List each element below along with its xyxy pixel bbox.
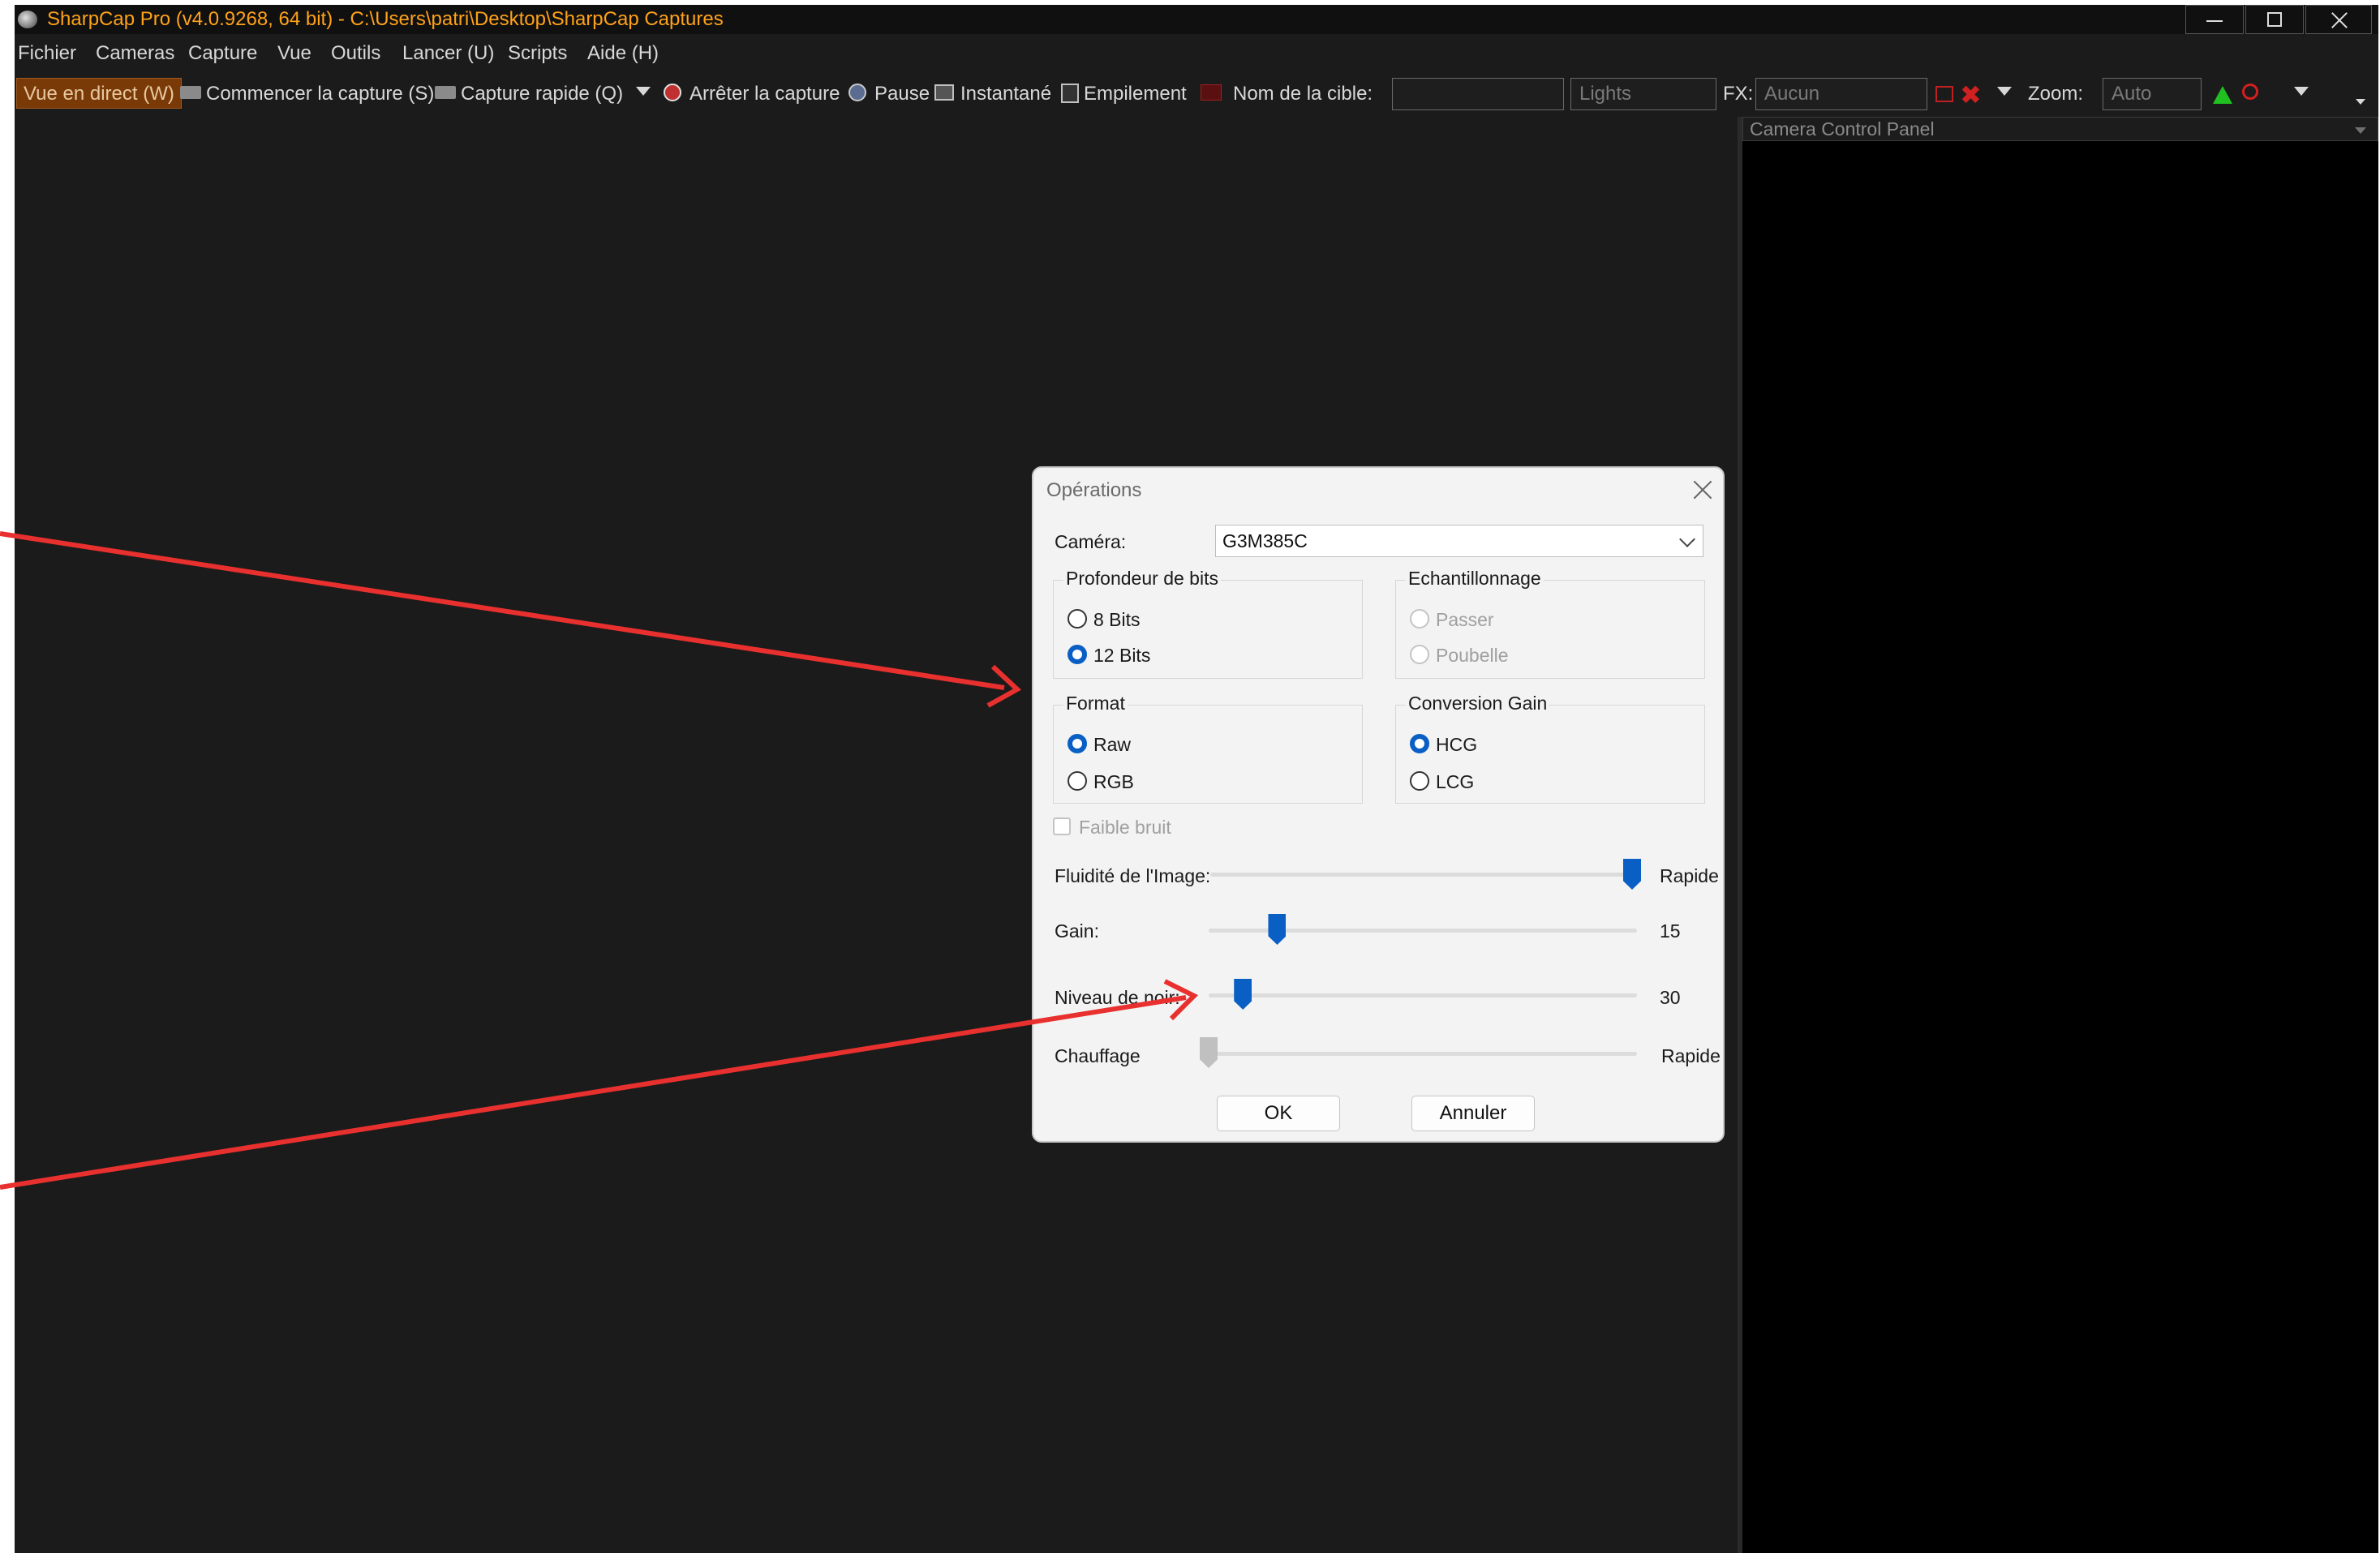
- gain-value: 15: [1660, 920, 1681, 942]
- black-level-slider-thumb[interactable]: [1234, 979, 1252, 1010]
- conversion-gain-label: Conversion Gain: [1406, 693, 1550, 714]
- menu-vue[interactable]: Vue: [277, 42, 311, 65]
- menu-aide[interactable]: Aide (H): [587, 42, 659, 65]
- zoom-label: Zoom:: [2028, 83, 2084, 105]
- camera-panel-header[interactable]: Camera Control Panel: [1742, 117, 2378, 141]
- heating-label: Chauffage: [1055, 1045, 1141, 1066]
- histogram-icon[interactable]: [2213, 86, 2232, 104]
- operations-dialog: Opérations Caméra: G3M385C Profondeur de…: [1032, 466, 1725, 1143]
- zoom-input[interactable]: [2103, 78, 2202, 110]
- binning-label: Echantillonnage: [1406, 568, 1544, 590]
- chevron-down-icon: [1679, 531, 1695, 547]
- radio-hcg-label: HCG: [1436, 734, 1478, 755]
- fluidity-label: Fluidité de l'Image:: [1055, 865, 1211, 886]
- stacking-icon: [1061, 84, 1079, 103]
- stacking-button[interactable]: Empilement: [1084, 83, 1187, 105]
- camera-icon: [180, 86, 201, 99]
- black-level-slider-track[interactable]: [1209, 993, 1637, 997]
- minimize-button[interactable]: [2185, 5, 2244, 34]
- snapshot-icon: [934, 84, 954, 101]
- frame-type-input[interactable]: [1570, 78, 1716, 110]
- black-level-value: 30: [1660, 987, 1681, 1008]
- close-icon[interactable]: [1692, 479, 1713, 500]
- format-label: Format: [1063, 693, 1128, 714]
- cancel-button[interactable]: Annuler: [1411, 1096, 1535, 1131]
- fluidity-value: Rapide: [1660, 865, 1719, 886]
- camera-icon: [435, 86, 456, 99]
- menu-capture[interactable]: Capture: [188, 42, 257, 65]
- radio-passer-label: Passer: [1436, 609, 1494, 630]
- heating-slider-thumb[interactable]: [1200, 1037, 1218, 1068]
- radio-lcg[interactable]: [1410, 771, 1429, 791]
- close-window-button[interactable]: [2305, 5, 2372, 34]
- title-bar: SharpCap Pro (v4.0.9268, 64 bit) - C:\Us…: [15, 5, 2378, 34]
- pause-icon: [848, 84, 866, 101]
- bit-depth-label: Profondeur de bits: [1063, 568, 1221, 590]
- chevron-down-icon[interactable]: [2294, 87, 2309, 96]
- target-icon: [1201, 84, 1222, 101]
- fx-input[interactable]: [1755, 78, 1927, 110]
- menu-outils[interactable]: Outils: [331, 42, 380, 65]
- live-view-button[interactable]: Vue en direct (W): [16, 78, 182, 109]
- fluidity-slider-track[interactable]: [1210, 873, 1632, 877]
- maximize-button[interactable]: [2245, 5, 2304, 34]
- radio-rgb[interactable]: [1068, 771, 1087, 791]
- camera-select-value: G3M385C: [1222, 530, 1308, 551]
- radio-passer[interactable]: [1410, 609, 1429, 628]
- fx-label: FX:: [1723, 83, 1754, 105]
- reticle-icon[interactable]: ✖: [1960, 79, 1982, 110]
- chevron-down-icon[interactable]: [636, 87, 651, 96]
- radio-8-bits-label: 8 Bits: [1093, 609, 1141, 630]
- menu-scripts[interactable]: Scripts: [508, 42, 567, 65]
- menu-cameras[interactable]: Cameras: [96, 42, 174, 65]
- heating-value: Rapide: [1661, 1045, 1721, 1066]
- camera-select[interactable]: G3M385C: [1215, 525, 1703, 557]
- radio-rgb-label: RGB: [1093, 771, 1134, 792]
- radio-raw-label: Raw: [1093, 734, 1132, 755]
- low-noise-checkbox[interactable]: [1053, 817, 1071, 835]
- radio-12-bits-label: 12 Bits: [1093, 645, 1151, 666]
- radio-raw[interactable]: [1068, 734, 1087, 753]
- target-name-label: Nom de la cible:: [1233, 83, 1373, 105]
- menu-fichier[interactable]: Fichier: [18, 42, 76, 65]
- dialog-title: Opérations: [1046, 479, 1142, 501]
- fluidity-slider-thumb[interactable]: [1623, 859, 1641, 890]
- chevron-down-icon[interactable]: [2355, 127, 2366, 134]
- radio-12-bits[interactable]: [1068, 645, 1087, 664]
- camera-panel-title: Camera Control Panel: [1750, 118, 1935, 139]
- quick-capture-button[interactable]: Capture rapide (Q): [461, 83, 623, 105]
- radio-poubelle-label: Poubelle: [1436, 645, 1509, 666]
- stop-icon: [664, 84, 681, 101]
- menu-bar: Fichier Cameras Capture Vue Outils Lance…: [15, 37, 2378, 71]
- stop-capture-button[interactable]: Arrêter la capture: [690, 83, 840, 105]
- menu-lancer[interactable]: Lancer (U): [402, 42, 494, 65]
- ok-button[interactable]: OK: [1217, 1096, 1340, 1131]
- camera-label: Caméra:: [1055, 531, 1127, 552]
- sharpcap-logo-icon: [18, 11, 37, 28]
- gain-slider-thumb[interactable]: [1268, 914, 1287, 945]
- chevron-down-icon[interactable]: [1997, 87, 2012, 96]
- radio-lcg-label: LCG: [1436, 771, 1475, 792]
- gain-label: Gain:: [1055, 920, 1099, 942]
- toolbar: Vue en direct (W) Commencer la capture (…: [15, 76, 2378, 114]
- camera-control-panel: Camera Control Panel: [1738, 117, 2378, 1553]
- low-noise-label: Faible bruit: [1079, 817, 1171, 838]
- snapshot-button[interactable]: Instantané: [960, 83, 1051, 105]
- radio-8-bits[interactable]: [1068, 609, 1087, 628]
- window-title: SharpCap Pro (v4.0.9268, 64 bit) - C:\Us…: [47, 8, 724, 30]
- pause-button[interactable]: Pause: [874, 83, 930, 105]
- start-capture-button[interactable]: Commencer la capture (S): [206, 83, 434, 105]
- zoom-magnifier-icon[interactable]: [2242, 84, 2258, 100]
- black-level-label: Niveau de noir:: [1055, 987, 1180, 1008]
- radio-poubelle[interactable]: [1410, 645, 1429, 664]
- radio-hcg[interactable]: [1410, 734, 1429, 753]
- selection-area-icon[interactable]: [1935, 86, 1953, 102]
- target-name-input[interactable]: [1392, 78, 1564, 110]
- toolbar-overflow-icon[interactable]: [2356, 99, 2365, 105]
- heating-slider-track[interactable]: [1209, 1052, 1637, 1056]
